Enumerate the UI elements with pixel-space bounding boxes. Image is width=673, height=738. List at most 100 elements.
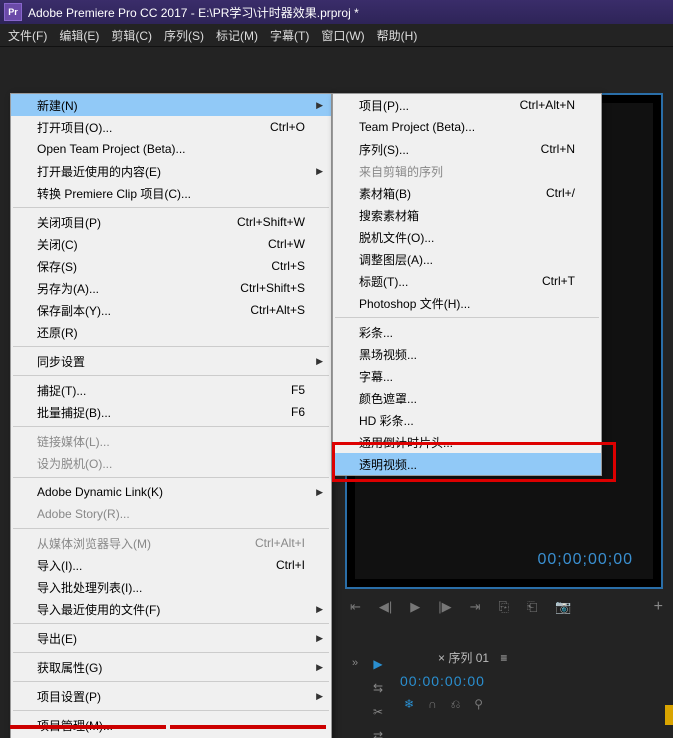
file-menu-item[interactable]: 导出(E)▶ <box>11 627 331 649</box>
new-menu-item[interactable]: HD 彩条... <box>333 409 601 431</box>
panel-expand-arrows[interactable]: » <box>348 657 362 669</box>
tab-menu-icon[interactable]: ≡ <box>500 651 507 665</box>
menu-shortcut: Ctrl+O <box>270 120 305 134</box>
menu-shortcut: Ctrl+N <box>541 142 575 156</box>
new-menu-item[interactable]: Team Project (Beta)... <box>333 116 601 138</box>
menu-item-label: Adobe Story(R)... <box>37 507 130 521</box>
menu-subtitle[interactable]: 字幕(T) <box>264 25 315 46</box>
timeline-timecode[interactable]: 00:00:00:00 <box>400 673 485 689</box>
new-menu-item[interactable]: 彩条... <box>333 321 601 343</box>
new-menu-item[interactable]: 通用倒计时片头... <box>333 431 601 453</box>
menu-item-label: 保存(S) <box>37 258 77 275</box>
file-menu-item[interactable]: 还原(R) <box>11 321 331 343</box>
slip-tool-icon[interactable]: ⇄ <box>373 729 383 738</box>
extract-icon[interactable]: ⎗ <box>527 599 537 615</box>
menu-item-label: 通用倒计时片头... <box>359 434 453 451</box>
menu-shortcut: Ctrl+Shift+W <box>237 215 305 229</box>
marker-icon[interactable]: ∩ <box>428 697 437 712</box>
export-frame-icon[interactable]: 📷 <box>555 599 571 615</box>
menu-item-label: 项目(P)... <box>359 97 409 114</box>
sequence-tab[interactable]: × 序列 01 ≡ <box>438 649 507 666</box>
file-menu-item[interactable]: 打开项目(O)...Ctrl+O <box>11 116 331 138</box>
new-menu-item[interactable]: 序列(S)...Ctrl+N <box>333 138 601 160</box>
link-icon[interactable]: ⎌ <box>451 697 461 712</box>
file-menu-item[interactable]: 保存副本(Y)...Ctrl+Alt+S <box>11 299 331 321</box>
menu-edit[interactable]: 编辑(E) <box>53 25 105 46</box>
submenu-arrow-icon: ▶ <box>316 166 323 177</box>
new-menu-item[interactable]: 透明视频... <box>333 453 601 475</box>
menu-item-label: 同步设置 <box>37 353 85 370</box>
step-back-icon[interactable]: ◀| <box>379 599 392 615</box>
file-menu-item[interactable]: 转换 Premiere Clip 项目(C)... <box>11 182 331 204</box>
menu-marker[interactable]: 标记(M) <box>210 25 264 46</box>
file-menu-item[interactable]: 导入最近使用的文件(F)▶ <box>11 598 331 620</box>
settings-icon[interactable]: ⚲ <box>474 697 483 712</box>
file-menu-item[interactable]: 保存(S) Ctrl+S <box>11 255 331 277</box>
new-menu-item[interactable]: Photoshop 文件(H)... <box>333 292 601 314</box>
new-menu-item[interactable]: 素材箱(B)Ctrl+/ <box>333 182 601 204</box>
file-menu: 新建(N)▶打开项目(O)...Ctrl+OOpen Team Project … <box>10 93 332 738</box>
file-menu-item[interactable]: 导入批处理列表(I)... <box>11 576 331 598</box>
snap-icon[interactable]: ❄ <box>404 697 414 712</box>
menu-item-label: 颜色遮罩... <box>359 390 417 407</box>
new-submenu: 项目(P)...Ctrl+Alt+NTeam Project (Beta)...… <box>332 93 602 476</box>
titlebar: Pr Adobe Premiere Pro CC 2017 - E:\PR学习\… <box>0 0 673 24</box>
file-menu-item[interactable]: 捕捉(T)...F5 <box>11 379 331 401</box>
submenu-arrow-icon: ▶ <box>316 691 323 702</box>
menu-clip[interactable]: 剪辑(C) <box>105 25 158 46</box>
file-menu-item[interactable]: 获取属性(G)▶ <box>11 656 331 678</box>
file-menu-item[interactable]: 同步设置▶ <box>11 350 331 372</box>
file-menu-item[interactable]: Open Team Project (Beta)... <box>11 138 331 160</box>
menu-item-label: 关闭(C) <box>37 236 78 253</box>
lift-icon[interactable]: ⎘ <box>499 599 509 615</box>
menu-item-label: 转换 Premiere Clip 项目(C)... <box>37 185 191 202</box>
file-menu-item[interactable]: 新建(N)▶ <box>11 94 331 116</box>
add-button-icon[interactable]: + <box>654 598 663 616</box>
new-menu-item[interactable]: 搜索素材箱 <box>333 204 601 226</box>
new-menu-item[interactable]: 标题(T)...Ctrl+T <box>333 270 601 292</box>
chevron-right-icon[interactable]: » <box>352 657 358 669</box>
close-icon[interactable]: × <box>438 651 445 665</box>
new-menu-item[interactable]: 颜色遮罩... <box>333 387 601 409</box>
file-menu-item[interactable]: 关闭项目(P) Ctrl+Shift+W <box>11 211 331 233</box>
menu-item-label: 脱机文件(O)... <box>359 229 434 246</box>
bottom-strip <box>10 725 330 738</box>
transport-bar: ⇤ ◀| ▶ |▶ ⇥ ⎘ ⎗ 📷 + <box>350 595 663 619</box>
track-select-icon[interactable]: ⇆ <box>373 681 383 695</box>
file-menu-item[interactable]: 批量捕捉(B)...F6 <box>11 401 331 423</box>
goto-out-icon[interactable]: ⇥ <box>470 599 481 615</box>
menu-help[interactable]: 帮助(H) <box>371 25 424 46</box>
new-menu-item[interactable]: 调整图层(A)... <box>333 248 601 270</box>
new-menu-item[interactable]: 字幕... <box>333 365 601 387</box>
file-menu-item[interactable]: 关闭(C) Ctrl+W <box>11 233 331 255</box>
menu-item-label: 链接媒体(L)... <box>37 433 110 450</box>
new-menu-item[interactable]: 黑场视频... <box>333 343 601 365</box>
menu-item-label: 打开最近使用的内容(E) <box>37 163 161 180</box>
goto-in-icon[interactable]: ⇤ <box>350 599 361 615</box>
new-menu-item: 来自剪辑的序列 <box>333 160 601 182</box>
file-menu-item[interactable]: 打开最近使用的内容(E) ▶ <box>11 160 331 182</box>
file-menu-item[interactable]: 导入(I)...Ctrl+I <box>11 554 331 576</box>
menu-sequence[interactable]: 序列(S) <box>158 25 210 46</box>
file-menu-item[interactable]: Adobe Dynamic Link(K)▶ <box>11 481 331 503</box>
menu-item-label: 字幕... <box>359 368 393 385</box>
menu-shortcut: Ctrl+S <box>271 259 305 273</box>
menu-shortcut: Ctrl+W <box>268 237 305 251</box>
new-menu-item[interactable]: 项目(P)...Ctrl+Alt+N <box>333 94 601 116</box>
menu-file[interactable]: 文件(F) <box>2 25 53 46</box>
ripple-tool-icon[interactable]: ✂ <box>373 705 383 719</box>
file-menu-item: 从媒体浏览器导入(M)Ctrl+Alt+I <box>11 532 331 554</box>
submenu-arrow-icon: ▶ <box>316 662 323 673</box>
menu-item-label: Photoshop 文件(H)... <box>359 295 470 312</box>
play-icon[interactable]: ▶ <box>410 599 420 615</box>
step-fwd-icon[interactable]: |▶ <box>438 599 451 615</box>
menu-window[interactable]: 窗口(W) <box>315 25 370 46</box>
window-title: Adobe Premiere Pro CC 2017 - E:\PR学习\计时器… <box>28 4 359 21</box>
new-menu-item[interactable]: 脱机文件(O)... <box>333 226 601 248</box>
file-menu-item[interactable]: 项目设置(P) ▶ <box>11 685 331 707</box>
selection-tool-icon[interactable]: ▶ <box>373 657 382 671</box>
file-menu-item[interactable]: 另存为(A)...Ctrl+Shift+S <box>11 277 331 299</box>
menu-item-label: 项目设置(P) <box>37 688 101 705</box>
menu-item-label: 关闭项目(P) <box>37 214 101 231</box>
menu-item-label: 新建(N) <box>37 97 78 114</box>
